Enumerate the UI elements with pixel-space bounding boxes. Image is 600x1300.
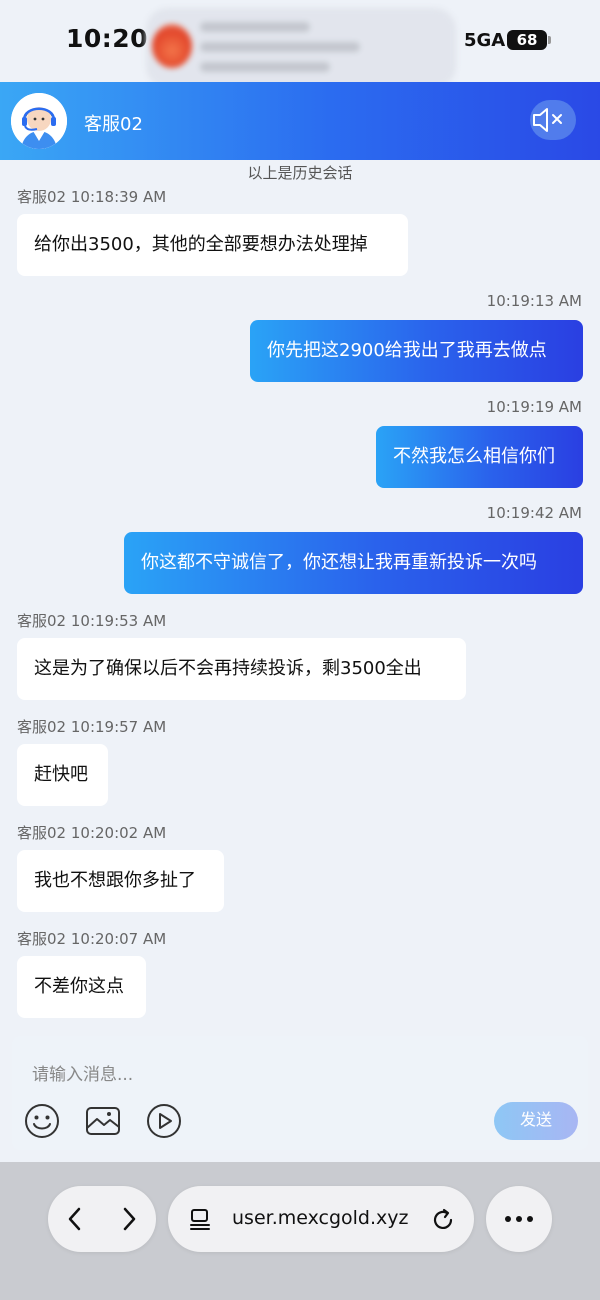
network-indicator: 5GA bbox=[464, 30, 506, 51]
agent-avatar-icon bbox=[11, 93, 67, 149]
mute-button[interactable] bbox=[530, 100, 576, 140]
message-meta: 客服02 10:19:57 AM bbox=[17, 718, 167, 736]
browser-toolbar: user.mexcgold.xyz bbox=[0, 1162, 600, 1300]
notification-line bbox=[200, 62, 330, 72]
message-input[interactable]: 请输入消息... bbox=[32, 1060, 133, 1085]
message-meta: 客服02 10:20:02 AM bbox=[17, 824, 167, 842]
history-note: 以上是历史会话 bbox=[247, 164, 353, 182]
chevron-left-icon bbox=[68, 1207, 81, 1231]
notification-line bbox=[200, 42, 360, 52]
message-meta: 客服02 10:19:53 AM bbox=[17, 612, 167, 630]
message-bubble[interactable]: 不然我怎么相信你们 bbox=[376, 426, 583, 488]
page-menu-icon[interactable] bbox=[188, 1207, 212, 1231]
image-button[interactable] bbox=[84, 1102, 122, 1140]
message-meta: 10:19:19 AM bbox=[486, 398, 582, 416]
message-bubble[interactable]: 你先把这2900给我出了我再去做点 bbox=[250, 320, 583, 382]
chevron-right-icon bbox=[123, 1207, 136, 1231]
status-time: 10:20 bbox=[66, 24, 149, 53]
message-bubble[interactable]: 给你出3500，其他的全部要想办法处理掉 bbox=[17, 214, 408, 276]
more-button[interactable] bbox=[486, 1186, 552, 1252]
message-composer: 请输入消息... 发送 bbox=[12, 1036, 588, 1150]
address-bar[interactable]: user.mexcgold.xyz bbox=[168, 1186, 474, 1252]
blurred-notification[interactable] bbox=[146, 8, 456, 88]
speaker-mute-icon bbox=[533, 108, 562, 132]
more-icon bbox=[505, 1216, 533, 1222]
emoji-icon bbox=[25, 1104, 59, 1138]
battery-tip bbox=[548, 36, 551, 44]
image-icon bbox=[86, 1107, 120, 1135]
message-meta: 客服02 10:18:39 AM bbox=[17, 188, 167, 206]
app-icon bbox=[152, 24, 192, 68]
chat-header: 客服02 bbox=[0, 82, 600, 160]
message-meta: 10:19:13 AM bbox=[486, 292, 582, 310]
message-meta: 客服02 10:20:07 AM bbox=[17, 930, 167, 948]
video-play-icon bbox=[147, 1104, 181, 1138]
message-bubble[interactable]: 不差你这点 bbox=[17, 956, 146, 1018]
back-button[interactable] bbox=[48, 1186, 102, 1252]
notification-line bbox=[200, 22, 310, 32]
message-meta: 10:19:42 AM bbox=[486, 504, 582, 522]
message-bubble[interactable]: 我也不想跟你多扯了 bbox=[17, 850, 224, 912]
forward-button[interactable] bbox=[102, 1186, 156, 1252]
agent-avatar bbox=[11, 93, 67, 149]
agent-name: 客服02 bbox=[84, 114, 143, 135]
message-bubble[interactable]: 这是为了确保以后不会再持续投诉，剩3500全出 bbox=[17, 638, 466, 700]
send-button[interactable]: 发送 bbox=[494, 1102, 578, 1140]
emoji-button[interactable] bbox=[23, 1102, 61, 1140]
message-bubble[interactable]: 赶快吧 bbox=[17, 744, 108, 806]
message-bubble[interactable]: 你这都不守诚信了，你还想让我再重新投诉一次吗 bbox=[124, 532, 583, 594]
reload-icon[interactable] bbox=[430, 1207, 456, 1233]
video-button[interactable] bbox=[145, 1102, 183, 1140]
url-text[interactable]: user.mexcgold.xyz bbox=[232, 1207, 408, 1229]
nav-buttons bbox=[48, 1186, 156, 1252]
battery-indicator: 68 bbox=[507, 30, 547, 50]
status-bar: 10:20 5GA 68 bbox=[0, 0, 600, 88]
